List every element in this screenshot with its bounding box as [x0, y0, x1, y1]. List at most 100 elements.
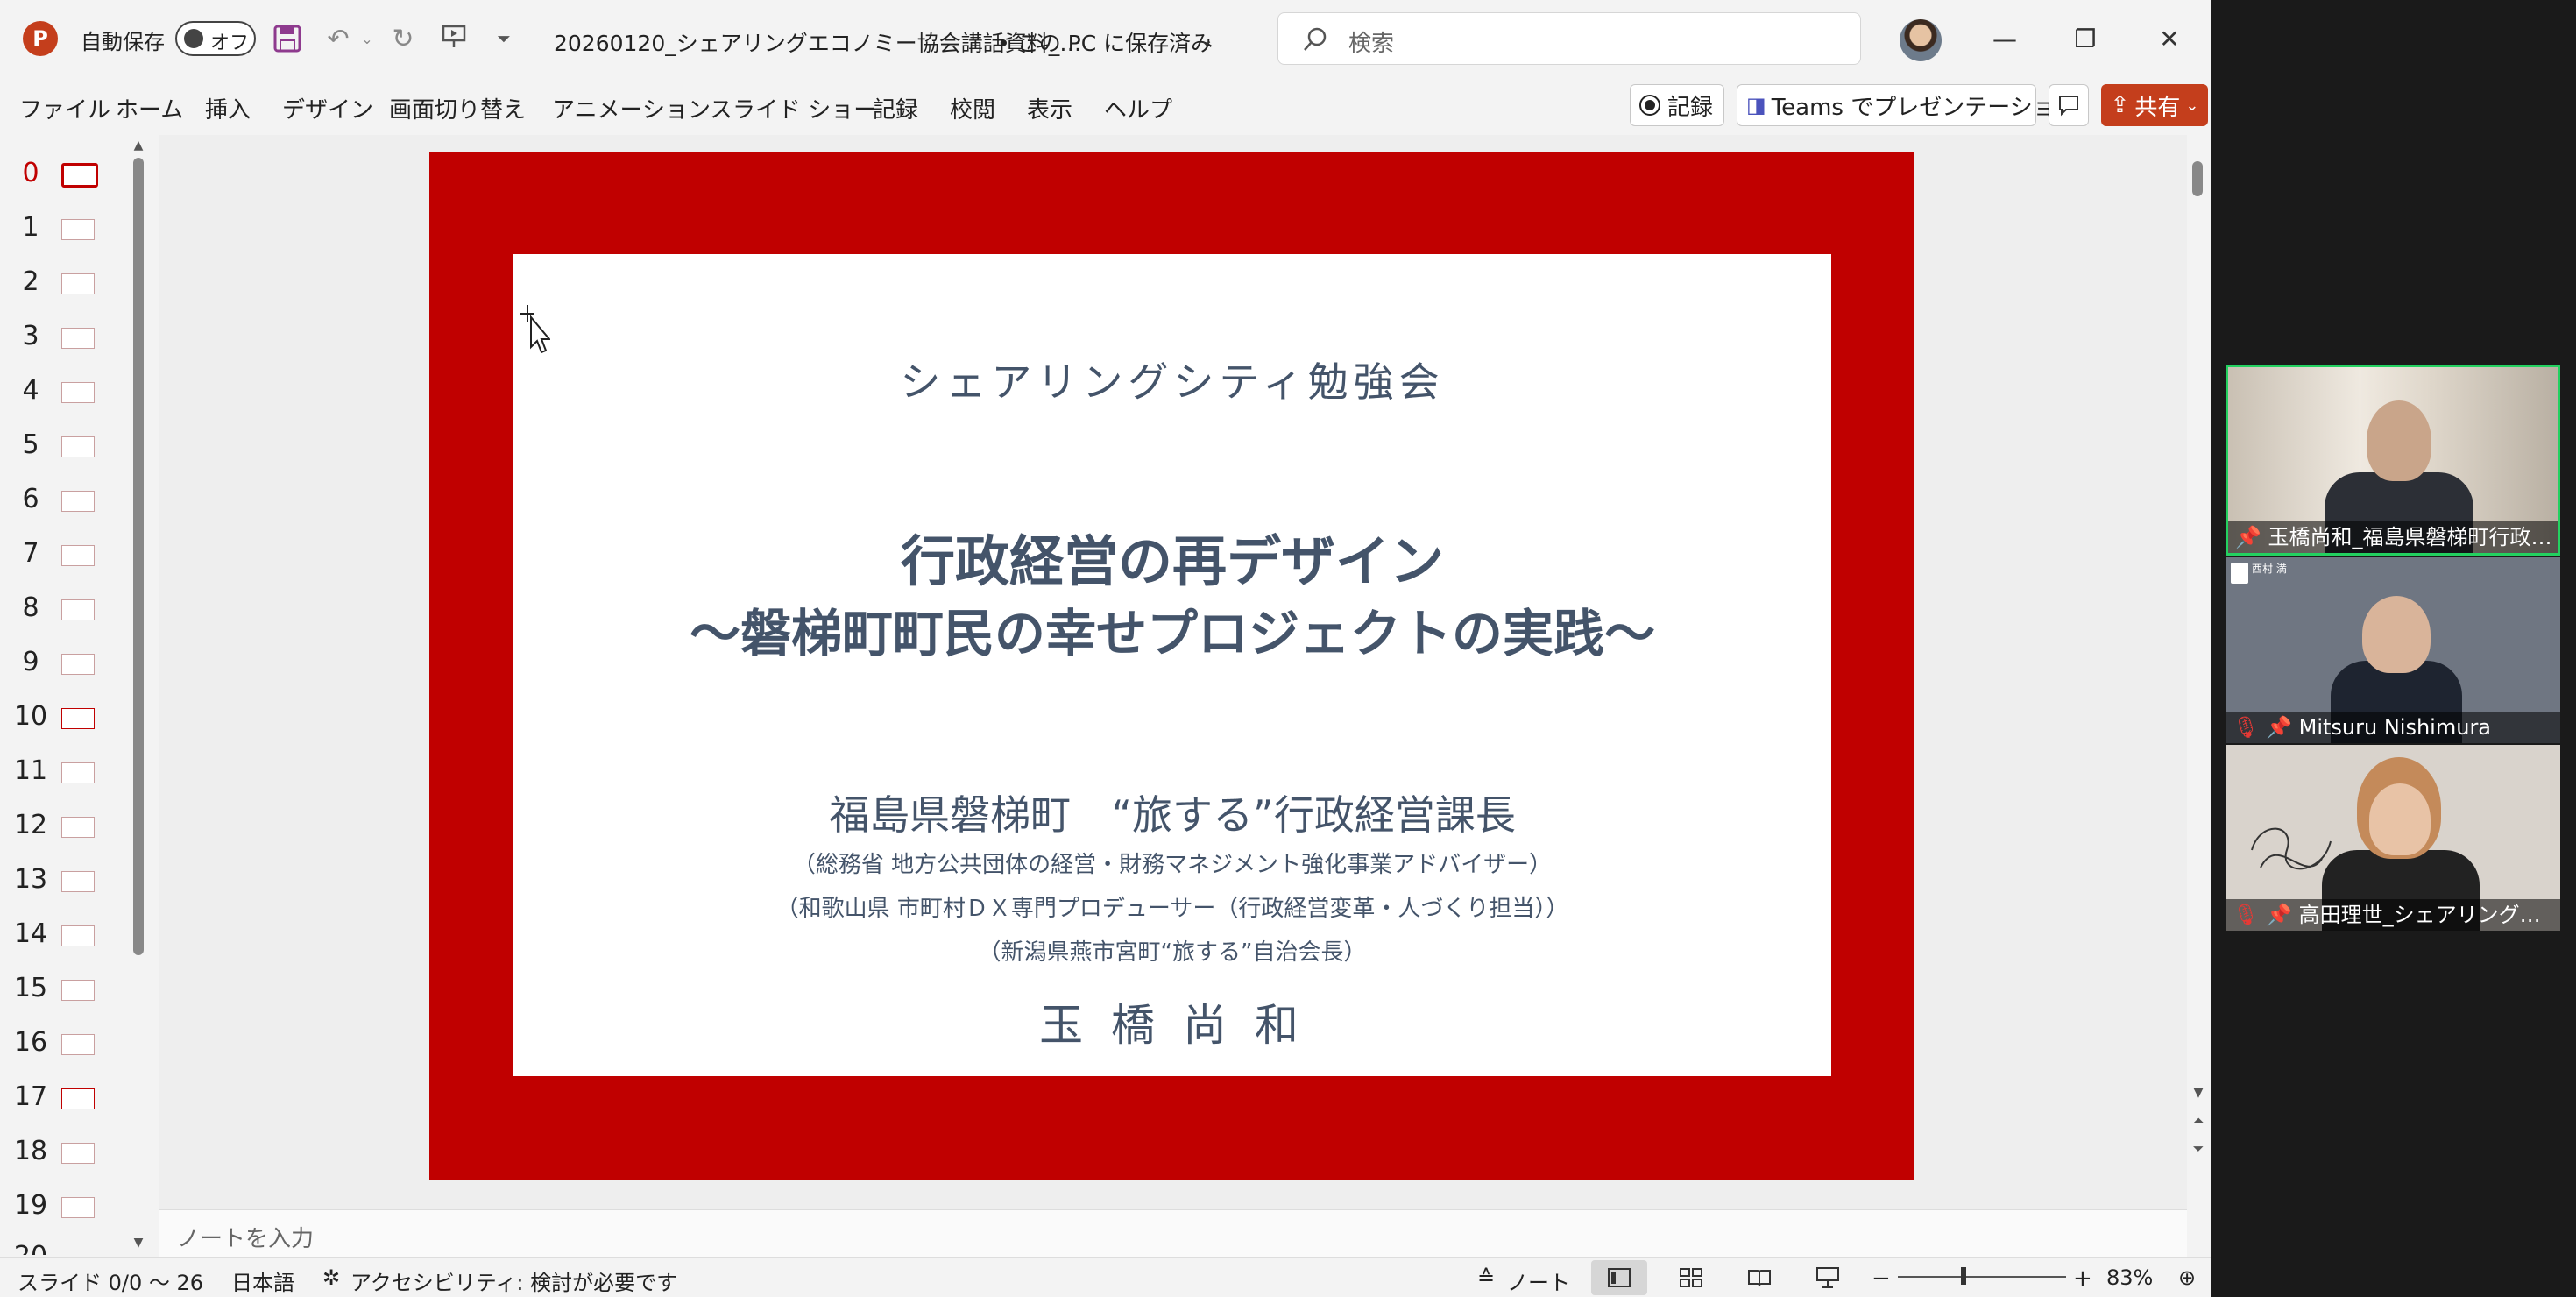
slide-number: 19 — [13, 1190, 48, 1221]
accessibility-icon: ✲ — [322, 1265, 341, 1290]
scroll-up-icon[interactable]: ▲ — [130, 137, 147, 154]
slide-thumbnail[interactable] — [61, 708, 95, 729]
account-avatar[interactable] — [1900, 19, 1942, 61]
autosave-toggle[interactable]: オフ — [175, 21, 256, 56]
slide-thumbnail-active[interactable] — [61, 163, 98, 188]
slide-number: 17 — [13, 1081, 48, 1112]
slide-thumbnail[interactable] — [61, 1088, 95, 1109]
notes-pane[interactable]: ノートを入力 — [159, 1209, 2187, 1257]
slide-number: 18 — [13, 1136, 48, 1166]
tab-transitions[interactable]: 画面切り替え — [389, 92, 526, 124]
thumbnail-scrollbar[interactable] — [133, 158, 144, 955]
tab-record[interactable]: 記録 — [873, 92, 918, 124]
scrollbar-thumb[interactable] — [2192, 161, 2203, 196]
slide-thumbnail[interactable] — [61, 1143, 95, 1164]
redo-icon[interactable]: ↻ — [386, 21, 421, 56]
slide-thumbnail[interactable] — [61, 871, 95, 892]
slide-number: 0 — [22, 158, 39, 188]
slide-thumbnail[interactable] — [61, 980, 95, 1001]
undo-icon[interactable]: ↶ — [321, 21, 356, 56]
slideshow-view-icon[interactable] — [1810, 1260, 1845, 1295]
presenter-role-note: （新潟県燕市宮町“旅する”自治会長） — [978, 939, 1367, 966]
tab-home[interactable]: ホーム — [116, 92, 183, 124]
tab-help[interactable]: ヘルプ — [1104, 92, 1172, 124]
notes-icon: ≙ — [1477, 1265, 1496, 1290]
slide-thumbnail[interactable] — [61, 817, 95, 838]
tab-design[interactable]: デザイン — [282, 92, 373, 124]
participant-tile-active-speaker[interactable]: 📌 玉橋尚和_福島県磐梯町行政経… — [2226, 365, 2560, 556]
fit-to-window-icon[interactable]: ⊕ — [2178, 1265, 2196, 1290]
tab-view[interactable]: 表示 — [1027, 92, 1072, 124]
slide-thumbnail[interactable] — [61, 491, 95, 512]
participant-tile[interactable]: 西村 満 🎙 📌 Mitsuru Nishimura — [2226, 557, 2560, 743]
next-slide-icon[interactable]: ⏷ — [2189, 1139, 2208, 1159]
tab-animations[interactable]: アニメーション — [552, 92, 711, 124]
scroll-down-icon[interactable]: ▼ — [2189, 1083, 2208, 1102]
chevron-down-icon[interactable]: ⌄ — [1195, 26, 1218, 53]
undo-dropdown-icon[interactable]: ⌄ — [359, 21, 375, 56]
share-button[interactable]: ⇪ 共有 ⌄ — [2101, 84, 2208, 126]
slide-number: 10 — [13, 701, 48, 732]
save-icon[interactable] — [270, 21, 305, 56]
participant-tile[interactable]: 🎙 📌 高田理世_シェアリングエコ… — [2226, 745, 2560, 931]
presenter-role-note: （総務省 地方公共団体の経営・財務マネジメント強化事業アドバイザー） — [792, 852, 1553, 878]
zoom-slider-thumb[interactable] — [1961, 1267, 1966, 1285]
slide-number: 20 — [5, 1241, 56, 1255]
zoom-level[interactable]: 83% — [2106, 1265, 2153, 1290]
slide-content[interactable]: シェアリングシティ勉強会 行政経営の再デザイン ～磐梯町町民の幸せプロジェクトの… — [513, 254, 1831, 1076]
language-indicator[interactable]: 日本語 — [231, 1265, 294, 1296]
move-cursor-icon — [519, 303, 552, 356]
tab-insert[interactable]: 挿入 — [205, 92, 251, 124]
reading-view-icon[interactable] — [1742, 1260, 1777, 1295]
save-status[interactable]: • この PC に保存済み — [997, 26, 1213, 58]
mic-muted-icon: 🎙 — [2233, 903, 2260, 927]
zoom-out-icon[interactable]: − — [1872, 1265, 1891, 1292]
slide-thumbnail[interactable] — [61, 599, 95, 620]
slide-thumbnail[interactable] — [61, 762, 95, 783]
minimize-icon[interactable]: — — [1978, 16, 2031, 61]
slide-thumbnail[interactable] — [61, 1034, 95, 1055]
presenter-role-note: （和歌山県 市町村ＤＸ専門プロデューサー（行政経営変革・人づくり担当）） — [775, 896, 1569, 922]
tab-file[interactable]: ファイル — [19, 92, 110, 124]
zoom-slider[interactable] — [1898, 1276, 2066, 1278]
mic-muted-icon: 🎙 — [2233, 715, 2260, 740]
tab-slideshow[interactable]: スライド ショー — [710, 92, 876, 124]
slide-thumbnail[interactable] — [61, 436, 95, 457]
previous-slide-icon[interactable]: ⏶ — [2189, 1111, 2208, 1130]
slide-thumbnail[interactable] — [61, 1197, 95, 1218]
normal-view-icon[interactable] — [1591, 1260, 1647, 1295]
slide-number: 7 — [22, 538, 39, 569]
slide-number: 1 — [22, 212, 39, 243]
slide-thumbnail[interactable] — [61, 382, 95, 403]
slide-number: 6 — [22, 484, 39, 514]
record-icon — [1639, 95, 1660, 116]
slide-thumbnail[interactable] — [61, 219, 95, 240]
restore-icon[interactable]: ❐ — [2059, 16, 2112, 61]
close-icon[interactable]: ✕ — [2143, 16, 2196, 61]
search-input[interactable]: 検索 — [1277, 12, 1861, 65]
notes-toggle[interactable]: ノート — [1507, 1265, 1570, 1296]
slide-thumbnail[interactable] — [61, 654, 95, 675]
slide-thumbnail[interactable] — [61, 328, 95, 349]
zoom-in-icon[interactable]: + — [2073, 1265, 2092, 1292]
slide-thumbnail[interactable] — [61, 273, 95, 294]
customize-toolbar-icon[interactable]: ⏷ — [491, 23, 517, 54]
comments-icon[interactable] — [2049, 84, 2089, 126]
slide-thumbnail[interactable] — [61, 925, 95, 946]
powerpoint-logo-icon: P — [23, 21, 58, 56]
slide-thumbnail[interactable] — [61, 545, 95, 566]
accessibility-status[interactable]: アクセシビリティ: 検討が必要です — [350, 1265, 677, 1296]
chevron-down-icon: ⌄ — [2185, 96, 2199, 115]
slide-number: 2 — [22, 266, 39, 297]
participant-name: 🎙 📌 高田理世_シェアリングエコ… — [2226, 899, 2560, 931]
slide-sorter-icon[interactable] — [1674, 1260, 1709, 1295]
record-button[interactable]: 記録 — [1630, 84, 1724, 126]
scroll-down-icon[interactable]: ▼ — [130, 1234, 147, 1251]
slide-subtitle: シェアリングシティ勉強会 — [900, 358, 1445, 406]
tab-review[interactable]: 校閲 — [950, 92, 995, 124]
present-from-beginning-icon[interactable] — [436, 19, 471, 54]
pin-icon: 📌 — [2235, 525, 2261, 549]
share-label: 共有 — [2134, 94, 2181, 121]
share-icon: ⇪ — [2110, 92, 2130, 118]
teams-present-button[interactable]: ◨ Teams でプレゼンテーション — [1737, 84, 2078, 126]
